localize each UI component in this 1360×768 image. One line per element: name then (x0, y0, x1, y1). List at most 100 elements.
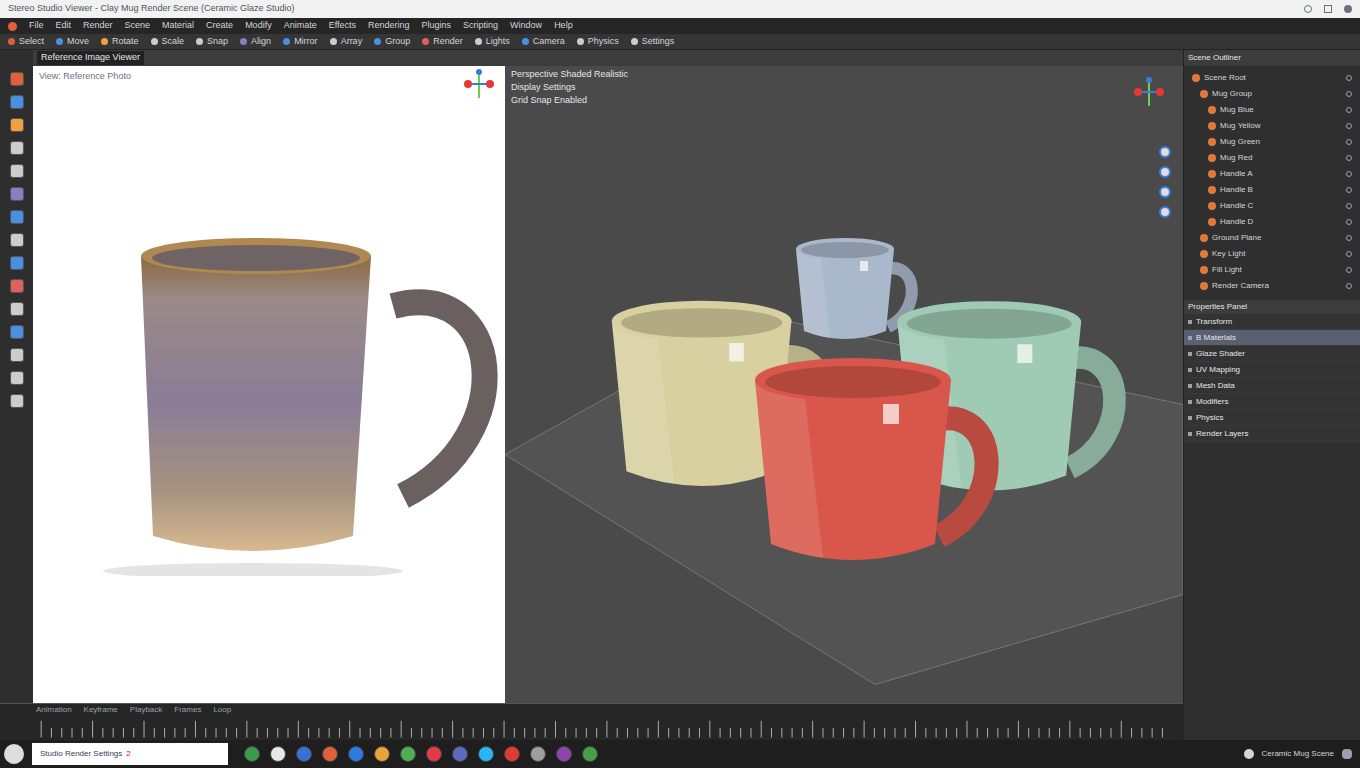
menu-item[interactable]: Modify (245, 19, 272, 33)
tool-icon[interactable] (10, 95, 24, 109)
tool-icon[interactable] (10, 118, 24, 132)
toolbar-button[interactable]: Settings (631, 35, 675, 49)
app-icon[interactable] (452, 746, 468, 762)
app-icon[interactable] (270, 746, 286, 762)
menu-item[interactable]: Window (510, 19, 542, 33)
property-row[interactable]: Modifiers (1184, 394, 1360, 410)
visibility-icon[interactable] (1346, 123, 1352, 129)
toolbar-button[interactable]: Mirror (283, 35, 318, 49)
property-row[interactable]: Physics (1184, 410, 1360, 426)
app-icon[interactable] (530, 746, 546, 762)
menu-item[interactable]: File (29, 19, 44, 33)
visibility-icon[interactable] (1346, 107, 1352, 113)
toolbar-button[interactable]: Select (8, 35, 44, 49)
outliner-item[interactable]: Handle D (1184, 214, 1360, 230)
toolbar-button[interactable]: Group (374, 35, 410, 49)
app-icon[interactable] (504, 746, 520, 762)
property-row[interactable]: Render Layers (1184, 426, 1360, 442)
view-control-icon[interactable] (1159, 146, 1171, 158)
timeline-label[interactable]: Animation (36, 704, 72, 716)
app-icon[interactable] (582, 746, 598, 762)
app-icon[interactable] (322, 746, 338, 762)
toolbar-button[interactable]: Array (330, 35, 363, 49)
tool-icon[interactable] (10, 72, 24, 86)
tool-icon[interactable] (10, 279, 24, 293)
tool-icon[interactable] (10, 256, 24, 270)
timeline-label[interactable]: Playback (130, 704, 162, 716)
toolbar-button[interactable]: Render (422, 35, 463, 49)
outliner-item[interactable]: Mug Group (1184, 86, 1360, 102)
outliner-item[interactable]: Ground Plane (1184, 230, 1360, 246)
menu-item[interactable]: Render (83, 19, 113, 33)
visibility-icon[interactable] (1346, 267, 1352, 273)
app-icon[interactable] (426, 746, 442, 762)
menu-item[interactable]: Scripting (463, 19, 498, 33)
outliner-item[interactable]: Mug Yellow (1184, 118, 1360, 134)
maximize-icon[interactable] (1324, 5, 1332, 13)
tool-icon[interactable] (10, 233, 24, 247)
outliner-item[interactable]: Mug Green (1184, 134, 1360, 150)
start-icon[interactable] (4, 744, 24, 764)
tool-icon[interactable] (10, 141, 24, 155)
tool-icon[interactable] (10, 210, 24, 224)
tool-icon[interactable] (10, 371, 24, 385)
menu-item[interactable]: Scene (125, 19, 151, 33)
view-control-icon[interactable] (1159, 186, 1171, 198)
app-icon[interactable] (348, 746, 364, 762)
timeline[interactable]: Animation Keyframe Playback Frames Loop (0, 703, 1183, 740)
view-control-icon[interactable] (1159, 166, 1171, 178)
app-icon[interactable] (296, 746, 312, 762)
visibility-icon[interactable] (1346, 75, 1352, 81)
tool-icon[interactable] (10, 394, 24, 408)
tool-icon[interactable] (10, 302, 24, 316)
toolbar-button[interactable]: Physics (577, 35, 619, 49)
navigation-gizmo-icon[interactable] (1133, 76, 1165, 108)
outliner-item[interactable]: Handle B (1184, 182, 1360, 198)
outliner-item[interactable]: Mug Red (1184, 150, 1360, 166)
taskbar-task[interactable]: Studio Render Settings2 (32, 743, 228, 765)
timeline-label[interactable]: Loop (213, 704, 231, 716)
visibility-icon[interactable] (1346, 219, 1352, 225)
outliner-item[interactable]: Handle A (1184, 166, 1360, 182)
property-row[interactable]: Glaze Shader (1184, 346, 1360, 362)
toolbar-button[interactable]: Scale (151, 35, 185, 49)
timeline-label[interactable]: Keyframe (84, 704, 118, 716)
menu-item[interactable]: Edit (56, 19, 72, 33)
property-row[interactable]: Mesh Data (1184, 378, 1360, 394)
minimize-icon[interactable] (1304, 5, 1312, 13)
app-logo-icon[interactable] (8, 22, 17, 31)
outliner-item[interactable]: Fill Light (1184, 262, 1360, 278)
timeline-label[interactable]: Frames (174, 704, 201, 716)
scene-viewport[interactable]: Perspective Shaded RealisticDisplay Sett… (505, 50, 1183, 703)
app-icon[interactable] (478, 746, 494, 762)
toolbar-button[interactable]: Snap (196, 35, 228, 49)
timeline-ruler[interactable] (0, 716, 1183, 740)
menu-item[interactable]: Plugins (422, 19, 452, 33)
visibility-icon[interactable] (1346, 235, 1352, 241)
app-icon[interactable] (556, 746, 572, 762)
toolbar-button[interactable]: Align (240, 35, 271, 49)
menu-item[interactable]: Help (554, 19, 573, 33)
tool-icon[interactable] (10, 164, 24, 178)
app-icon[interactable] (374, 746, 390, 762)
property-row[interactable]: UV Mapping (1184, 362, 1360, 378)
toolbar-button[interactable]: Rotate (101, 35, 139, 49)
menu-item[interactable]: Material (162, 19, 194, 33)
visibility-icon[interactable] (1346, 155, 1352, 161)
outliner-item[interactable]: Render Camera (1184, 278, 1360, 294)
menu-item[interactable]: Rendering (368, 19, 410, 33)
app-icon[interactable] (400, 746, 416, 762)
toolbar-button[interactable]: Move (56, 35, 89, 49)
axis-gizmo-icon[interactable] (463, 68, 495, 100)
visibility-icon[interactable] (1346, 203, 1352, 209)
property-row[interactable]: B Materials (1184, 330, 1360, 346)
outliner-item[interactable]: Scene Root (1184, 70, 1360, 86)
visibility-icon[interactable] (1346, 91, 1352, 97)
tool-icon[interactable] (10, 325, 24, 339)
outliner-item[interactable]: Key Light (1184, 246, 1360, 262)
visibility-icon[interactable] (1346, 171, 1352, 177)
close-icon[interactable] (1344, 5, 1352, 13)
visibility-icon[interactable] (1346, 139, 1352, 145)
visibility-icon[interactable] (1346, 283, 1352, 289)
app-icon[interactable] (244, 746, 260, 762)
